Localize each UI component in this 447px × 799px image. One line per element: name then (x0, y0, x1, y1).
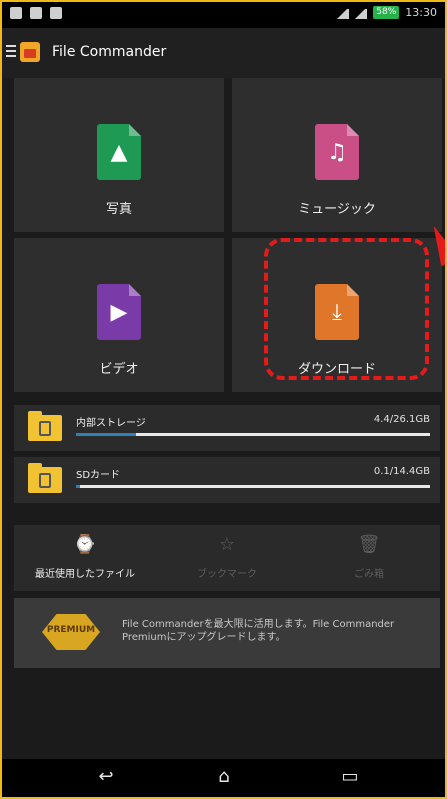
app-title: File Commander (52, 44, 167, 60)
phone-storage-icon (28, 411, 62, 441)
trash-icon: 🗑 (357, 534, 381, 555)
bookmarks-button[interactable]: ☆ ブックマーク (156, 525, 298, 591)
premium-badge-icon: PREMIUM (42, 614, 100, 650)
premium-badge-text: PREMIUM (46, 625, 96, 635)
star-icon: ☆ (218, 534, 236, 555)
trash-button[interactable]: 🗑 ごみ箱 (298, 525, 440, 591)
storage-name: 内部ストレージ (76, 418, 146, 429)
tile-label: ビデオ (99, 362, 139, 377)
sd-card-icon (28, 463, 62, 493)
recent-apps-icon[interactable]: ▭ (338, 767, 362, 787)
video-file-icon: ▶ (97, 284, 141, 340)
clock: 13:30 (405, 6, 437, 19)
battery-indicator: 58% (373, 6, 400, 19)
storage-usage-fill (76, 485, 80, 488)
home-icon[interactable]: ⌂ (212, 767, 236, 787)
premium-banner[interactable]: PREMIUM File Commanderを最大限に活用します。File Co… (14, 598, 440, 668)
app-logo-icon (20, 42, 40, 62)
tile-music[interactable]: ♫ ミュージック (232, 78, 442, 232)
storage-sd-card[interactable]: SDカード 0.1/14.4GB (14, 457, 440, 503)
storage-internal[interactable]: 内部ストレージ 4.4/26.1GB (14, 405, 440, 451)
bookmarks-label: ブックマーク (197, 569, 257, 580)
screen: 58% 13:30 File Commander ▲ 写真 ♫ ミュージック ▶… (2, 2, 445, 797)
wifi-icon (355, 7, 368, 19)
highlight-annotation (264, 238, 429, 380)
storage-usage-bar (76, 433, 430, 436)
premium-promo-text: File Commanderを最大限に活用します。File Commander … (122, 619, 395, 643)
tile-photos[interactable]: ▲ 写真 (14, 78, 224, 232)
notification-icon (10, 7, 22, 19)
tile-video[interactable]: ▶ ビデオ (14, 238, 224, 392)
image-file-icon: ▲ (97, 124, 141, 180)
back-icon[interactable]: ↩ (94, 767, 118, 787)
tile-label: 写真 (105, 202, 132, 217)
notification-icon (30, 7, 42, 19)
music-file-icon: ♫ (315, 124, 359, 180)
app-bar: File Commander (2, 28, 445, 78)
menu-icon[interactable] (6, 45, 16, 57)
recent-files-label: 最近使用したファイル (35, 569, 135, 580)
storage-size: 4.4/26.1GB (373, 414, 430, 425)
quick-actions: ⌚ 最近使用したファイル ☆ ブックマーク 🗑 ごみ箱 (14, 525, 440, 591)
recent-files-icon: ⌚ (73, 534, 97, 555)
storage-size: 0.1/14.4GB (373, 466, 430, 477)
storage-name: SDカード (76, 470, 121, 481)
navigation-bar: ↩ ⌂ ▭ (2, 759, 445, 797)
recent-files-button[interactable]: ⌚ 最近使用したファイル (14, 525, 156, 591)
storage-usage-bar (76, 485, 430, 488)
status-bar: 58% 13:30 (2, 2, 445, 28)
download-notification-icon (50, 7, 62, 19)
trash-label: ごみ箱 (354, 569, 384, 580)
tile-label: ミュージック (298, 202, 376, 217)
signal-icon (337, 7, 350, 19)
storage-usage-fill (76, 433, 137, 436)
